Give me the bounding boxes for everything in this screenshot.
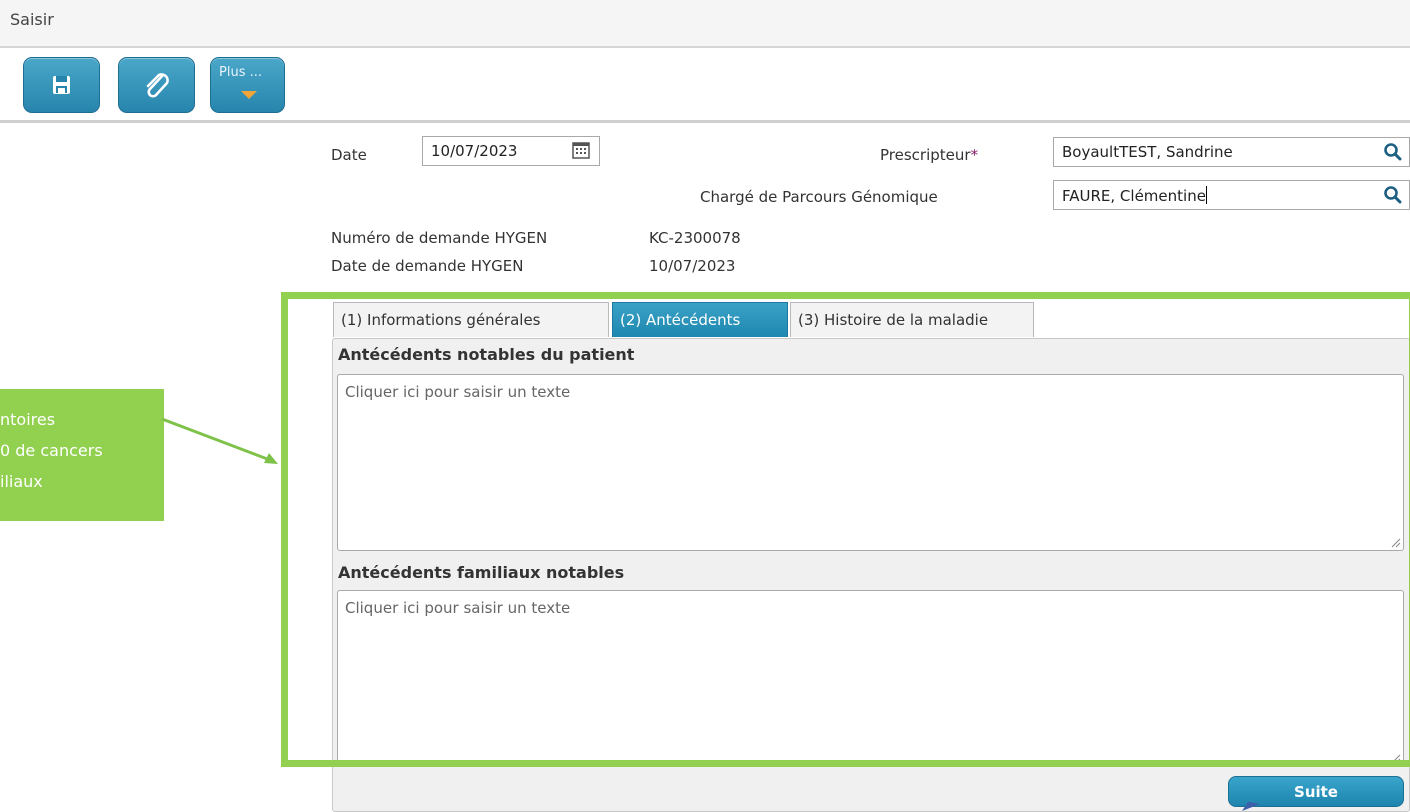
- search-icon[interactable]: [1383, 142, 1403, 162]
- charge-label: Chargé de Parcours Génomique: [700, 188, 938, 206]
- charge-field[interactable]: FAURE, Clémentine: [1053, 180, 1410, 210]
- search-icon[interactable]: [1383, 185, 1403, 205]
- required-mark: *: [970, 146, 979, 164]
- chevron-down-icon: [241, 91, 257, 99]
- annotation-callout: ntoires 0 de cancers iliaux: [0, 389, 164, 521]
- date-label: Date: [331, 146, 367, 164]
- date-demande-value: 10/07/2023: [649, 257, 736, 275]
- save-button[interactable]: [23, 57, 100, 113]
- date-demande-label: Date de demande HYGEN: [331, 257, 524, 275]
- date-field[interactable]: 10/07/2023: [422, 136, 600, 166]
- prescripteur-value: BoyaultTEST, Sandrine: [1062, 143, 1233, 161]
- charge-value: FAURE, Clémentine: [1062, 186, 1207, 205]
- pointer-arrow-icon: [1242, 802, 1260, 811]
- paperclip-icon: [146, 73, 169, 98]
- highlight-frame: [281, 292, 1410, 767]
- attach-button[interactable]: [118, 57, 195, 113]
- prescripteur-field[interactable]: BoyaultTEST, Sandrine: [1053, 137, 1410, 167]
- floppy-disk-icon: [53, 76, 70, 94]
- page-title: Saisir: [10, 10, 54, 29]
- callout-line-3: iliaux: [0, 472, 43, 491]
- prescripteur-label-text: Prescripteur: [880, 146, 971, 164]
- callout-line-2: 0 de cancers: [0, 441, 103, 460]
- calendar-icon[interactable]: [571, 140, 591, 160]
- numero-value: KC-2300078: [649, 229, 741, 247]
- callout-arrow-icon: [161, 417, 278, 464]
- numero-label: Numéro de demande HYGEN: [331, 229, 548, 247]
- toolbar: Plus ...: [0, 48, 1410, 123]
- prescripteur-label: Prescripteur*: [880, 146, 978, 164]
- date-value: 10/07/2023: [431, 142, 518, 160]
- callout-line-1: ntoires: [0, 410, 56, 429]
- more-label: Plus ...: [219, 65, 262, 80]
- charge-value-text: FAURE, Clémentine: [1062, 187, 1206, 205]
- text-caret: [1205, 186, 1207, 204]
- more-button[interactable]: Plus ...: [210, 57, 285, 113]
- header-bar: Saisir: [0, 0, 1410, 48]
